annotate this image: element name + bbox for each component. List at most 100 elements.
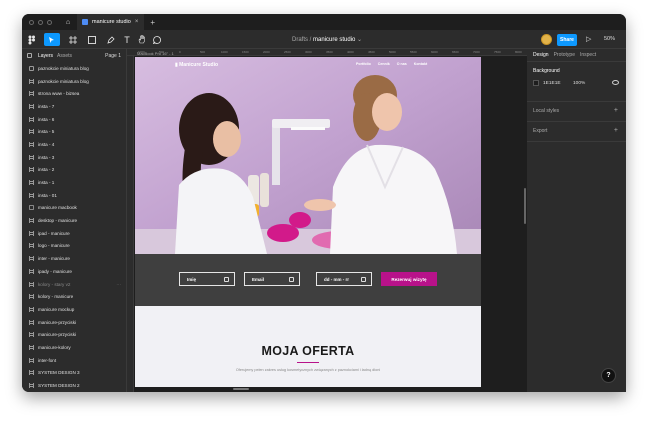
layer-item[interactable]: paznokcie miniatura blog	[22, 62, 126, 75]
frame-icon	[29, 192, 34, 198]
frame-icon	[29, 116, 34, 122]
layer-item[interactable]: ipad - manicure	[22, 227, 126, 240]
minimize-window-button[interactable]	[38, 19, 43, 25]
frame-icon	[29, 230, 34, 236]
layer-item[interactable]: inter - manicure	[22, 252, 126, 265]
frame-icon	[29, 370, 34, 376]
layer-list: paznokcie miniatura blog paznokcie miniat…	[22, 62, 126, 392]
shape-tool-icon[interactable]	[85, 33, 99, 46]
layer-item[interactable]: SYSTEM DESIGN 2	[22, 379, 126, 392]
layer-item[interactable]: insta - 4	[22, 138, 126, 151]
ruler-mark: 4000	[347, 50, 354, 54]
layer-item[interactable]: insta - 3	[22, 151, 126, 164]
layer-item[interactable]: insta - 6	[22, 113, 126, 126]
layer-label: logo - manicure	[38, 243, 70, 249]
background-opacity[interactable]: 100%	[573, 81, 585, 86]
layer-item[interactable]: manicure mockup	[22, 303, 126, 316]
frame-tool-icon[interactable]	[66, 33, 80, 46]
layer-item[interactable]: logo - manicure	[22, 240, 126, 253]
layer-label: ipady - manicure	[38, 268, 72, 274]
background-title: Background	[533, 68, 560, 74]
horizontal-scrollbar[interactable]	[233, 388, 249, 390]
nav-link-portfolio[interactable]: Portfolio	[356, 62, 371, 66]
macbook-frame[interactable]: ▮ Manicure Studio Portfolio Cennik O nas…	[135, 57, 481, 387]
text-tool-icon[interactable]: T	[122, 33, 132, 46]
properties-panel: Design Prototype Inspect Background 1E1E…	[527, 49, 626, 392]
tab-prototype[interactable]: Prototype	[554, 52, 575, 58]
layer-item[interactable]: insta - 2	[22, 164, 126, 177]
frame-icon	[29, 344, 34, 350]
layer-item[interactable]: strona www - bizsea	[22, 87, 126, 100]
layer-item[interactable]: insta - 7	[22, 100, 126, 113]
pen-tool-icon[interactable]	[104, 33, 118, 46]
close-window-button[interactable]	[29, 19, 34, 25]
layer-item[interactable]: SYSTEM DESIGN 3	[22, 367, 126, 380]
layer-item[interactable]: manicure macbook	[22, 202, 126, 215]
breadcrumb-parent[interactable]: Drafts	[292, 37, 308, 43]
more-options-icon[interactable]: ···	[116, 282, 121, 287]
nav-link-kontakt[interactable]: Kontakt	[414, 62, 427, 66]
site-logo[interactable]: ▮ Manicure Studio	[175, 62, 218, 68]
book-visit-button[interactable]: Rezerwuj wizytę	[381, 272, 437, 286]
frame-icon	[29, 256, 34, 262]
eye-icon[interactable]	[612, 80, 619, 85]
move-tool-icon[interactable]	[44, 33, 60, 46]
email-field[interactable]: Email	[244, 272, 300, 286]
background-swatch[interactable]	[533, 80, 539, 86]
ruler-mark: 2500	[284, 50, 291, 54]
layer-item[interactable]: insta - 1	[22, 176, 126, 189]
breadcrumb[interactable]: Drafts / manicure studio ⌄	[292, 36, 362, 43]
layer-item[interactable]: inter-font	[22, 354, 126, 367]
hand-tool-icon[interactable]	[137, 33, 147, 46]
tab-design[interactable]: Design	[533, 52, 549, 58]
add-style-icon[interactable]: +	[614, 107, 618, 114]
user-avatar[interactable]	[541, 34, 552, 45]
page-selector[interactable]: Page 1	[105, 53, 121, 59]
layer-item[interactable]: insta - 01	[22, 189, 126, 202]
layer-item[interactable]: paznokcie miniatura blog	[22, 75, 126, 88]
background-fill-row[interactable]: 1E1E1E 100%	[527, 74, 626, 92]
close-tab-icon[interactable]: ×	[135, 19, 139, 25]
maximize-window-button[interactable]	[47, 19, 52, 25]
window-controls	[29, 19, 52, 25]
layers-panel-tabs: Layers Assets Page 1	[22, 49, 126, 62]
frame-icon	[29, 357, 34, 363]
tab-assets[interactable]: Assets	[57, 53, 72, 59]
home-icon[interactable]: ⌂	[61, 14, 75, 30]
frame-icon	[29, 180, 34, 186]
file-tab[interactable]: manicure studio ×	[77, 14, 145, 30]
comment-tool-icon[interactable]	[152, 33, 162, 46]
layer-item[interactable]: insta - 5	[22, 125, 126, 138]
background-hex[interactable]: 1E1E1E	[543, 81, 561, 86]
frame-label[interactable]: MacBook Pro 16" - 1	[137, 51, 174, 56]
layer-item[interactable]: manicure-przyciski	[22, 316, 126, 329]
layer-item[interactable]: desktop - manicure	[22, 214, 126, 227]
add-export-icon[interactable]: +	[614, 127, 618, 134]
chevron-down-icon[interactable]: ⌄	[355, 37, 362, 43]
user-icon	[224, 277, 229, 282]
nav-link-cennik[interactable]: Cennik	[378, 62, 390, 66]
main-menu-icon[interactable]	[26, 33, 38, 46]
name-field[interactable]: Imię	[179, 272, 235, 286]
offer-title: MOJA OFERTA	[261, 344, 355, 358]
breadcrumb-file-name[interactable]: manicure studio	[313, 37, 355, 43]
nav-link-o-nas[interactable]: O nas	[397, 62, 407, 66]
tab-inspect[interactable]: Inspect	[580, 52, 596, 58]
new-tab-button[interactable]: +	[150, 18, 155, 27]
tab-layers[interactable]: Layers	[38, 53, 53, 59]
present-play-icon[interactable]: ▷	[586, 35, 591, 43]
layer-item[interactable]: kolory - manicure	[22, 290, 126, 303]
layer-item[interactable]: manicure-kolory	[22, 341, 126, 354]
offer-divider	[297, 362, 319, 363]
zoom-level[interactable]: 50%	[604, 36, 615, 42]
vertical-scrollbar[interactable]	[524, 188, 526, 224]
layer-item[interactable]: kolory - stary v2 ···	[22, 278, 126, 291]
date-field[interactable]: dd - mm - rr	[316, 272, 372, 286]
layer-item[interactable]: ipady - manicure	[22, 265, 126, 278]
help-button[interactable]: ?	[601, 368, 616, 383]
layer-label: insta - 5	[38, 129, 55, 135]
ruler-mark: 2000	[263, 50, 270, 54]
layer-item[interactable]: manicure-przyciski	[22, 328, 126, 341]
share-button[interactable]: Share	[557, 34, 577, 46]
frame-icon	[29, 78, 34, 84]
